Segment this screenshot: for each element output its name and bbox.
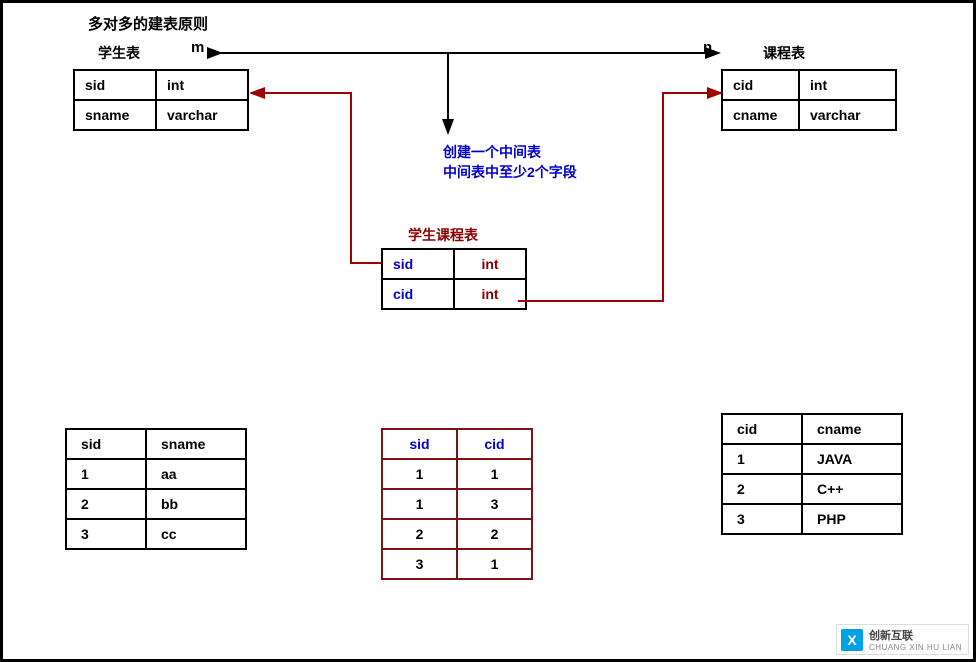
table-header-row: sid cid bbox=[382, 429, 532, 459]
junction-note: 创建一个中间表 中间表中至少2个字段 bbox=[443, 143, 577, 182]
table-row: cid int bbox=[722, 70, 896, 100]
watermark-brand-en: CHUANG XIN HU LIAN bbox=[869, 643, 962, 652]
table-header-row: cid cname bbox=[722, 414, 902, 444]
table-cell: 2 bbox=[722, 474, 802, 504]
table-row: 1 3 bbox=[382, 489, 532, 519]
table-row: 2 bb bbox=[66, 489, 246, 519]
table-row: 3 PHP bbox=[722, 504, 902, 534]
table-row: 3 cc bbox=[66, 519, 246, 549]
table-cell: 1 bbox=[722, 444, 802, 474]
table-cell: 1 bbox=[382, 459, 457, 489]
junction-note-line1: 创建一个中间表 bbox=[443, 144, 541, 160]
schema-col-type: int bbox=[156, 70, 248, 100]
table-cell: 1 bbox=[457, 549, 532, 579]
student-table-label: 学生表 bbox=[98, 43, 140, 63]
schema-col-name: cname bbox=[722, 100, 799, 130]
schema-col-name: cid bbox=[722, 70, 799, 100]
table-header-row: sid sname bbox=[66, 429, 246, 459]
table-row: 2 C++ bbox=[722, 474, 902, 504]
table-cell: 2 bbox=[457, 519, 532, 549]
student-data-table: sid sname 1 aa 2 bb 3 cc bbox=[65, 428, 247, 550]
diagram-title: 多对多的建表原则 bbox=[88, 13, 208, 34]
table-header: cid bbox=[722, 414, 802, 444]
table-header: sname bbox=[146, 429, 246, 459]
table-cell: 3 bbox=[722, 504, 802, 534]
n-cardinality-label: n bbox=[703, 39, 712, 56]
course-data-table: cid cname 1 JAVA 2 C++ 3 PHP bbox=[721, 413, 903, 535]
table-row: sid int bbox=[382, 249, 526, 279]
schema-col-type: varchar bbox=[799, 100, 896, 130]
schema-col-type: varchar bbox=[156, 100, 248, 130]
table-cell: 3 bbox=[66, 519, 146, 549]
fk-arrow-sid bbox=[251, 93, 381, 263]
schema-col-type: int bbox=[799, 70, 896, 100]
watermark-brand-cn: 创新互联 bbox=[869, 627, 962, 643]
table-cell: 2 bbox=[66, 489, 146, 519]
table-row: 3 1 bbox=[382, 549, 532, 579]
course-table-label: 课程表 bbox=[763, 43, 805, 63]
table-cell: 3 bbox=[382, 549, 457, 579]
table-row: 2 2 bbox=[382, 519, 532, 549]
table-cell: aa bbox=[146, 459, 246, 489]
table-cell: C++ bbox=[802, 474, 902, 504]
m-cardinality-label: m bbox=[191, 39, 204, 56]
table-header: cname bbox=[802, 414, 902, 444]
table-cell: cc bbox=[146, 519, 246, 549]
fk-arrow-cid bbox=[518, 93, 721, 301]
schema-col-name: sid bbox=[382, 249, 454, 279]
table-row: sid int bbox=[74, 70, 248, 100]
junction-table-label: 学生课程表 bbox=[408, 225, 478, 245]
watermark-text: 创新互联 CHUANG XIN HU LIAN bbox=[869, 627, 962, 652]
table-row: 1 JAVA bbox=[722, 444, 902, 474]
schema-col-name: sid bbox=[74, 70, 156, 100]
schema-col-type: int bbox=[454, 279, 526, 309]
junction-data-table: sid cid 1 1 1 3 2 2 3 1 bbox=[381, 428, 533, 580]
watermark-icon: X bbox=[841, 629, 863, 651]
table-header: sid bbox=[66, 429, 146, 459]
table-row: 1 aa bbox=[66, 459, 246, 489]
table-cell: 1 bbox=[66, 459, 146, 489]
table-cell: PHP bbox=[802, 504, 902, 534]
table-cell: bb bbox=[146, 489, 246, 519]
table-cell: 3 bbox=[457, 489, 532, 519]
table-cell: JAVA bbox=[802, 444, 902, 474]
schema-col-name: sname bbox=[74, 100, 156, 130]
junction-note-line2: 中间表中至少2个字段 bbox=[443, 164, 577, 180]
course-schema-table: cid int cname varchar bbox=[721, 69, 897, 131]
student-schema-table: sid int sname varchar bbox=[73, 69, 249, 131]
schema-col-name: cid bbox=[382, 279, 454, 309]
table-cell: 1 bbox=[382, 489, 457, 519]
table-cell: 2 bbox=[382, 519, 457, 549]
table-row: cname varchar bbox=[722, 100, 896, 130]
table-row: sname varchar bbox=[74, 100, 248, 130]
watermark: X 创新互联 CHUANG XIN HU LIAN bbox=[836, 624, 969, 655]
table-row: 1 1 bbox=[382, 459, 532, 489]
table-cell: 1 bbox=[457, 459, 532, 489]
table-header: sid bbox=[382, 429, 457, 459]
table-row: cid int bbox=[382, 279, 526, 309]
junction-schema-table: sid int cid int bbox=[381, 248, 527, 310]
table-header: cid bbox=[457, 429, 532, 459]
diagram-stage: 多对多的建表原则 学生表 课程表 m n 学生课程表 创建一个中间表 中间表中至… bbox=[0, 0, 976, 662]
schema-col-type: int bbox=[454, 249, 526, 279]
